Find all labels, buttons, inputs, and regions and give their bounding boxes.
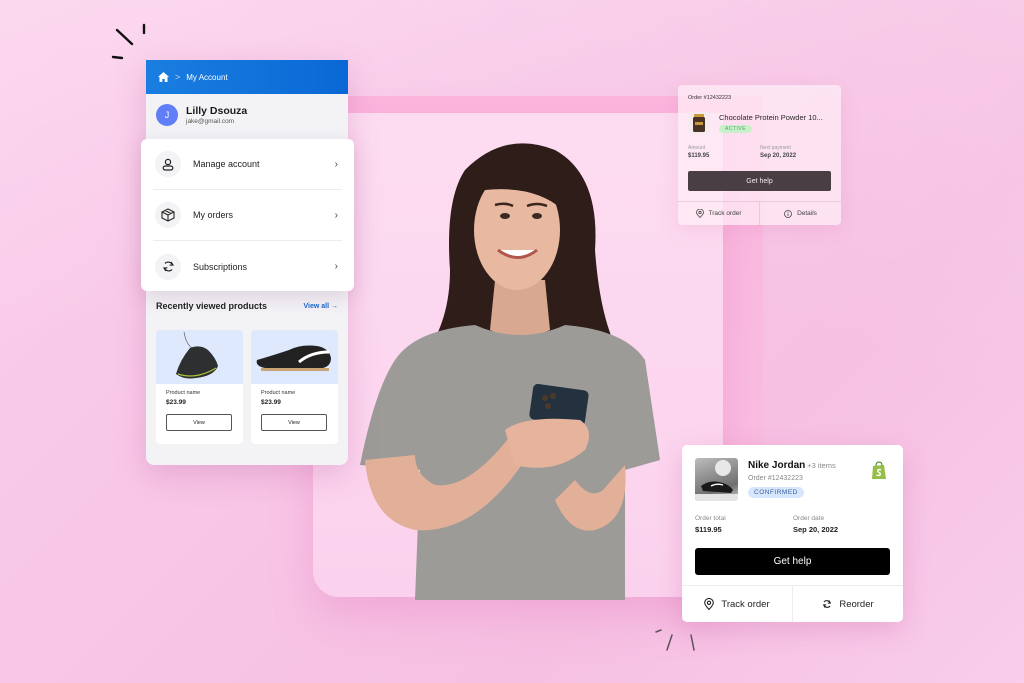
reorder-button[interactable]: Reorder — [792, 586, 903, 622]
refresh-icon — [823, 600, 832, 608]
order-card: Nike Jordan +3 items Order #12432223 CONF… — [682, 445, 903, 622]
account-header: > My Account — [146, 60, 348, 94]
user-icon — [155, 151, 181, 177]
shopify-icon — [872, 461, 886, 479]
breadcrumb-separator: > — [175, 72, 181, 82]
view-product-button[interactable]: View — [261, 414, 327, 431]
product-name: Product name — [261, 390, 296, 396]
product-image-sneaker-low — [251, 330, 338, 384]
protein-powder-thumbnail — [688, 112, 710, 134]
user-name: Lilly Dsouza — [186, 105, 248, 117]
chevron-right-icon: › — [334, 209, 338, 221]
location-pin-icon — [704, 598, 715, 610]
order-date-field: Order date Sep 20, 2022 — [793, 515, 839, 534]
product-card[interactable]: Product name $23.99 View — [156, 330, 243, 444]
account-menu: Manage account › My orders › Subscriptio… — [141, 139, 354, 291]
menu-item-label: Subscriptions — [193, 261, 248, 272]
product-card[interactable]: Product name $23.99 View — [251, 330, 338, 444]
menu-item-label: My orders — [193, 210, 234, 220]
breadcrumb-current[interactable]: My Account — [186, 73, 227, 82]
subscription-product-title: Chocolate Protein Powder 10... — [719, 113, 823, 122]
subscription-order-number: Order #12432223 — [688, 95, 732, 101]
details-button[interactable]: Details — [759, 202, 841, 225]
sparkle-doodle-top-left — [111, 23, 146, 60]
avatar[interactable]: J — [156, 104, 178, 126]
left-eye — [500, 213, 510, 219]
arrow-right-icon: → — [331, 302, 338, 310]
chevron-right-icon: › — [334, 158, 338, 170]
order-extra-items: +3 items — [807, 461, 836, 470]
refresh-icon — [155, 253, 181, 280]
chevron-right-icon: › — [334, 261, 338, 272]
box-icon — [155, 202, 181, 228]
get-help-button[interactable]: Get help — [688, 171, 831, 191]
get-help-button[interactable]: Get help — [695, 548, 890, 575]
user-info: J Lilly Dsouza jake@gmail.com — [146, 94, 348, 136]
product-image-sneaker-high — [156, 330, 243, 384]
recently-viewed-title: Recently viewed products — [156, 301, 268, 311]
user-email: jake@gmail.com — [186, 118, 235, 125]
order-number: Order #12432223 — [748, 475, 803, 482]
order-product-name: Nike Jordan — [748, 460, 806, 471]
product-name: Product name — [166, 390, 201, 396]
product-price: $23.99 — [261, 399, 281, 406]
subscription-card: Order #12432223 Chocolate Protein Powder… — [678, 85, 841, 225]
home-icon[interactable] — [158, 72, 169, 82]
next-payment-field: Next payment Sep 20, 2022 — [760, 145, 797, 159]
amount-field: Amount $119.95 — [688, 145, 710, 159]
track-order-button[interactable]: Track order — [682, 586, 792, 622]
order-product-title: Nike Jordan +3 items — [748, 460, 836, 471]
menu-item-subscriptions[interactable]: Subscriptions › — [153, 241, 342, 292]
product-price: $23.99 — [166, 399, 186, 406]
account-card: > My Account J Lilly Dsouza jake@gmail.c… — [141, 60, 354, 465]
status-badge: ACTIVE — [719, 125, 753, 133]
view-all-link[interactable]: View all → — [303, 303, 338, 310]
track-order-button[interactable]: Track order — [678, 202, 759, 225]
view-product-button[interactable]: View — [166, 414, 232, 431]
info-icon — [784, 209, 792, 218]
nike-jordan-thumbnail — [695, 458, 738, 501]
sparkle-doodle-bottom — [655, 629, 695, 651]
woman-with-phone-illustration — [360, 143, 660, 600]
hero-panel-top-strip — [313, 96, 723, 113]
status-badge: CONFIRMED — [748, 487, 804, 498]
right-eye — [532, 213, 542, 219]
menu-item-my-orders[interactable]: My orders › — [153, 190, 342, 241]
menu-item-manage-account[interactable]: Manage account › — [153, 139, 342, 190]
location-pin-icon — [695, 209, 704, 218]
recently-viewed-section: Recently viewed products View all → Prod… — [146, 298, 348, 444]
menu-item-label: Manage account — [193, 159, 260, 169]
order-total-field: Order total $119.95 — [695, 515, 726, 534]
